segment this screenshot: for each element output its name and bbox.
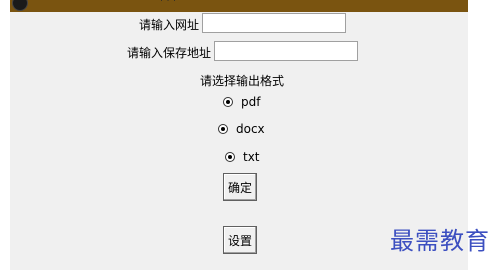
url-label: 请输入网址 — [139, 18, 200, 32]
settings-button[interactable]: 设置 — [223, 226, 257, 254]
format-option-pdf[interactable]: pdf — [223, 95, 260, 109]
title-bar: ' ' ' — [10, 0, 468, 12]
save-path-label: 请输入保存地址 — [127, 46, 212, 60]
save-path-input[interactable] — [214, 41, 358, 61]
radio-txt[interactable] — [225, 152, 235, 162]
app-icon — [12, 0, 28, 11]
radio-pdf[interactable] — [223, 97, 233, 107]
format-option-txt[interactable]: txt — [225, 150, 260, 164]
watermark-logo: 最需教育 — [390, 227, 490, 255]
window-title: ' ' ' — [160, 0, 177, 9]
format-label: 请选择输出格式 — [200, 74, 285, 88]
confirm-button[interactable]: 确定 — [223, 173, 257, 201]
radio-docx-label: docx — [236, 122, 265, 136]
radio-txt-label: txt — [243, 150, 260, 164]
radio-pdf-label: pdf — [241, 95, 261, 109]
url-input[interactable] — [202, 13, 346, 33]
radio-docx[interactable] — [218, 124, 228, 134]
format-option-docx[interactable]: docx — [218, 122, 265, 136]
